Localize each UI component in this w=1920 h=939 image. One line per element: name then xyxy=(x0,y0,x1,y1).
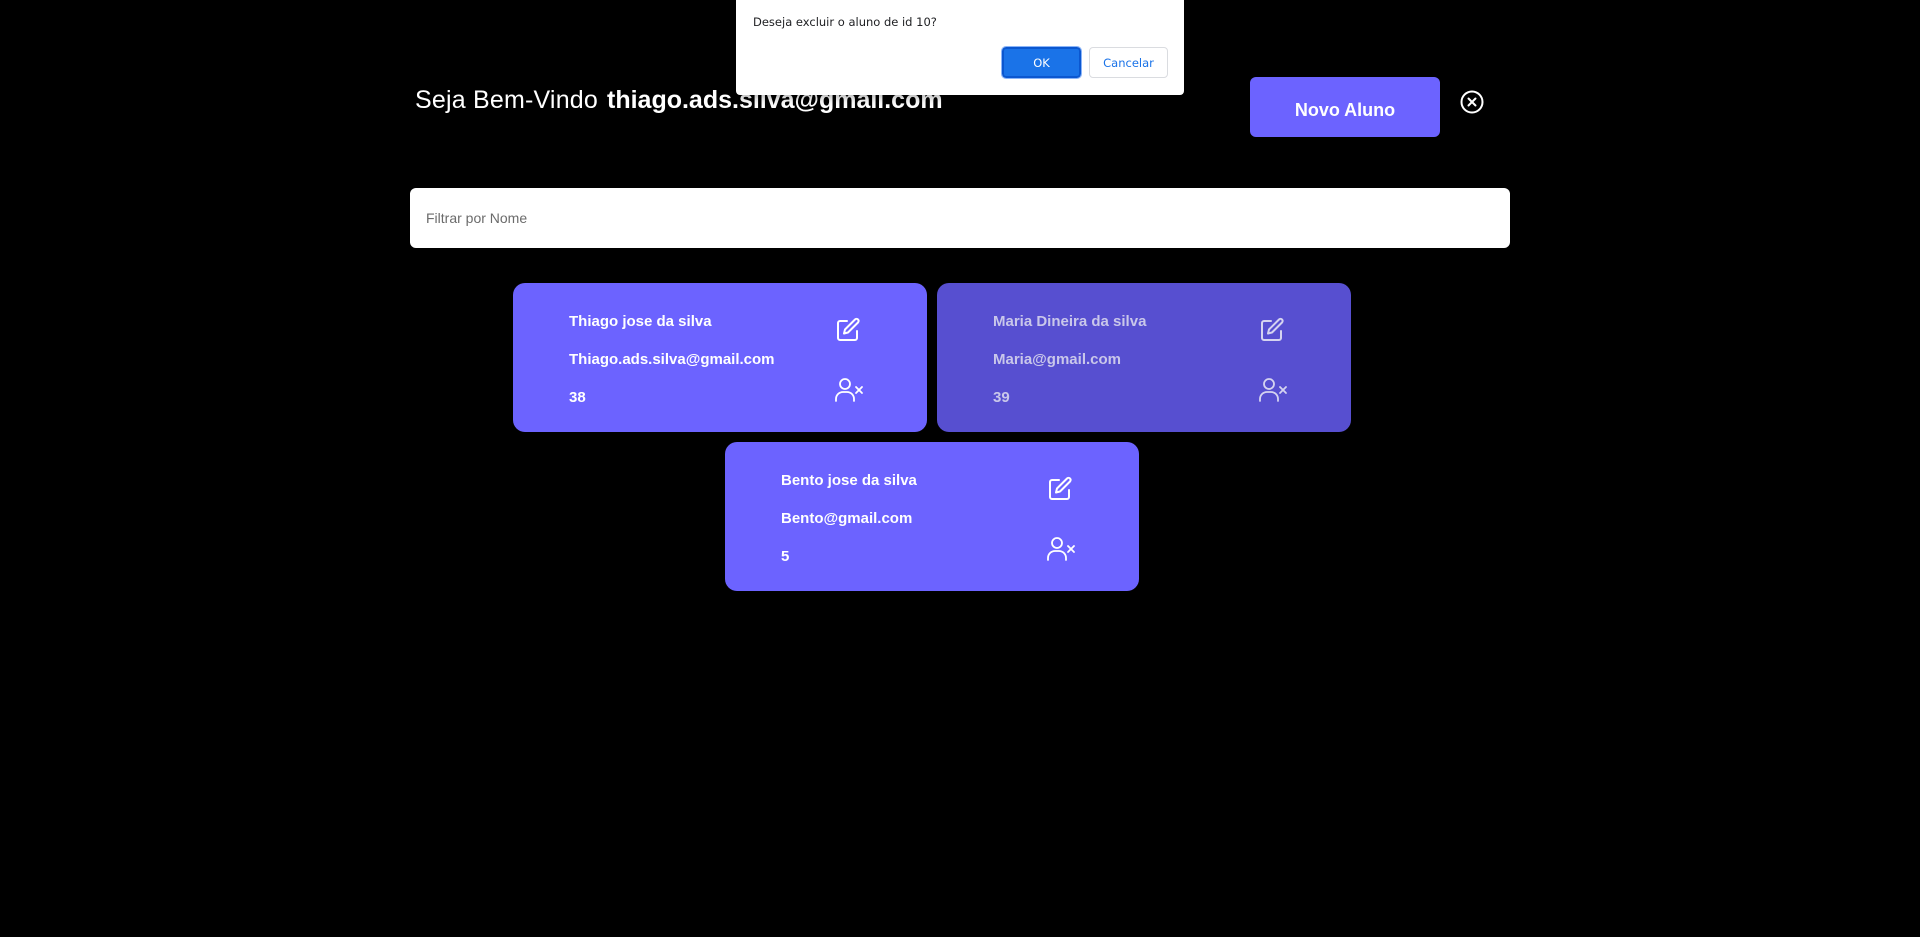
filter-name-input[interactable] xyxy=(410,188,1510,248)
student-age: 5 xyxy=(781,548,790,565)
student-email: Bento@gmail.com xyxy=(781,510,913,527)
student-age: 39 xyxy=(993,389,1010,406)
edit-icon[interactable] xyxy=(1258,316,1286,344)
student-email: Thiago.ads.silva@gmail.com xyxy=(569,351,775,368)
confirm-dialog: Deseja excluir o aluno de id 10? OK Canc… xyxy=(736,0,1184,95)
edit-icon[interactable] xyxy=(1046,475,1074,503)
student-card: Maria Dineira da silva Maria@gmail.com 3… xyxy=(937,283,1351,432)
close-circle-icon[interactable] xyxy=(1459,89,1485,115)
user-remove-icon[interactable] xyxy=(1046,535,1076,563)
dialog-message: Deseja excluir o aluno de id 10? xyxy=(753,15,937,29)
welcome-text: Seja Bem-Vindo xyxy=(415,86,599,114)
ok-button[interactable]: OK xyxy=(1001,46,1082,79)
student-name: Thiago jose da silva xyxy=(569,313,712,330)
student-name: Bento jose da silva xyxy=(781,472,917,489)
student-card: Bento jose da silva Bento@gmail.com 5 xyxy=(725,442,1139,591)
student-email: Maria@gmail.com xyxy=(993,351,1121,368)
new-student-button[interactable]: Novo Aluno xyxy=(1250,77,1440,137)
edit-icon[interactable] xyxy=(834,316,862,344)
cancel-button[interactable]: Cancelar xyxy=(1089,47,1168,78)
app-page: Seja Bem-Vindo thiago.ads.silva@gmail.co… xyxy=(0,0,1920,939)
student-card: Thiago jose da silva Thiago.ads.silva@gm… xyxy=(513,283,927,432)
student-age: 38 xyxy=(569,389,586,406)
user-remove-icon[interactable] xyxy=(834,376,864,404)
student-name: Maria Dineira da silva xyxy=(993,313,1147,330)
user-remove-icon[interactable] xyxy=(1258,376,1288,404)
